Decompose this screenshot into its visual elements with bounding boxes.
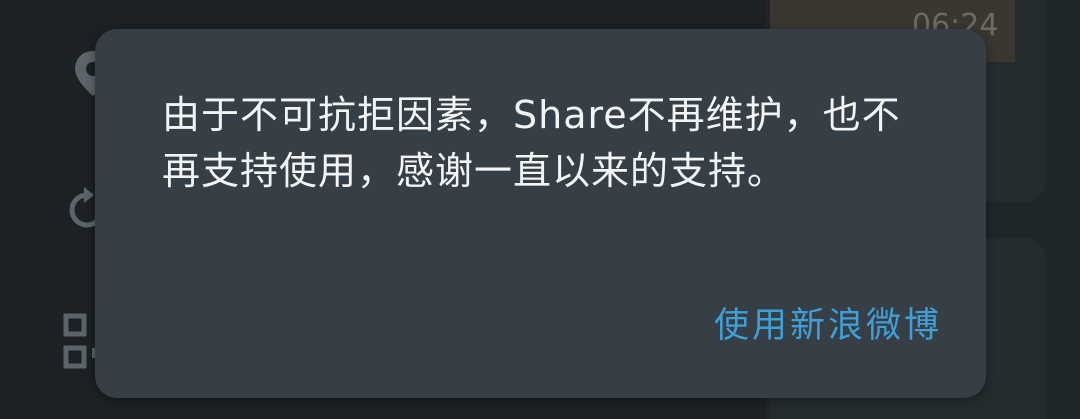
app-screen: 06:24 由于不可抗拒因素，Share不再维护，也不再支持使用，感谢一直以来的… [0, 0, 1080, 419]
use-weibo-button[interactable]: 使用新浪微博 [714, 297, 942, 348]
alert-dialog: 由于不可抗拒因素，Share不再维护，也不再支持使用，感谢一直以来的支持。 使用… [95, 29, 986, 398]
dialog-message: 由于不可抗拒因素，Share不再维护，也不再支持使用，感谢一直以来的支持。 [162, 93, 901, 193]
